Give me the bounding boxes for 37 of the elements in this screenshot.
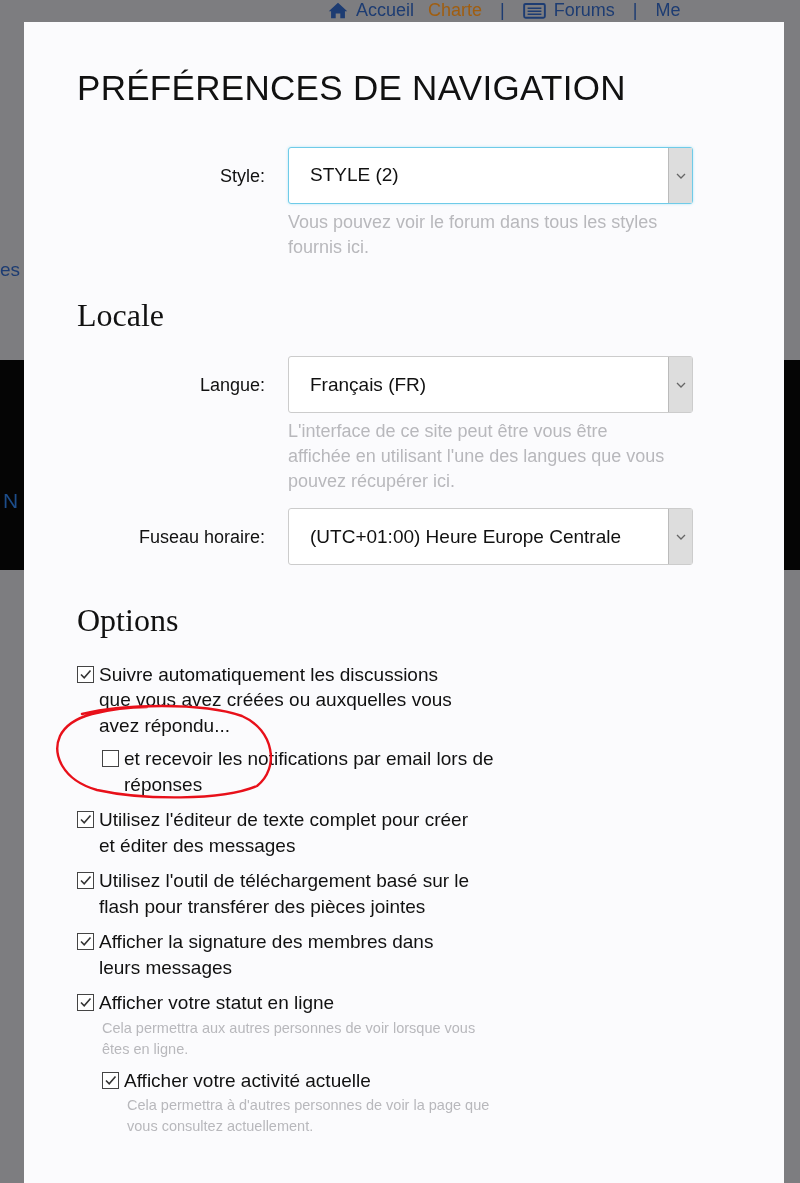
option-hint: Cela permettra à d'autres personnes de voir la page que vous consultez actuellement. — [127, 1096, 491, 1137]
link-text[interactable]: es — [0, 256, 21, 285]
house-icon — [328, 1, 348, 19]
list-icon — [522, 1, 546, 19]
nav-separator: | — [632, 0, 638, 20]
checkbox[interactable] — [77, 933, 94, 951]
field-hint: Vous pouvez voir le forum dans tous les styles fournis ici. — [288, 211, 659, 259]
section-heading: Options — [77, 601, 180, 640]
checkbox[interactable] — [77, 811, 94, 829]
select-field[interactable]: STYLE (2) — [288, 147, 693, 204]
chevron-down-icon — [668, 357, 692, 413]
option-label: Utilisez l'outil de téléchargement basé sur le flash pour transférer des pièces jointes — [99, 869, 471, 919]
chevron-down-icon — [668, 509, 692, 565]
checkbox[interactable] — [77, 872, 94, 890]
checkbox[interactable] — [102, 750, 119, 768]
nav-link[interactable]: Me — [655, 0, 681, 20]
option-label: Utilisez l'éditeur de texte complet pour créer et éditer des messages — [99, 808, 469, 858]
field-label: Langue: — [198, 374, 265, 398]
field-label: Fuseau horaire: — [137, 526, 265, 550]
chevron-down-icon — [668, 148, 692, 203]
section-heading: Locale — [77, 296, 166, 335]
checkbox[interactable] — [102, 1071, 119, 1089]
checkbox[interactable] — [77, 665, 94, 683]
field-label: Style: — [218, 165, 265, 188]
checkbox[interactable] — [77, 994, 94, 1012]
nav-link-label[interactable]: Accueil — [356, 0, 415, 20]
field-hint: L'interface de ce site peut être vous être affichée en utilisant l'une des langues que vous pouvez récupérer ici. — [288, 420, 666, 494]
modal-title: PRÉFÉRENCES DE NAVIGATION — [77, 67, 627, 109]
nav-link-text[interactable]: N — [3, 485, 19, 517]
select-field[interactable]: (UTC+01:00) Heure Europe Centrale — [288, 508, 693, 566]
option-label: Afficher la signature des membres dans leurs messages — [99, 930, 435, 980]
option-hint: Cela permettra aux autres personnes de voir lorsque vous êtes en ligne. — [102, 1018, 477, 1059]
option-label: Afficher votre statut en ligne — [99, 991, 336, 1016]
nav-link-label[interactable]: Forums — [553, 0, 615, 20]
select-field[interactable]: Français (FR) — [288, 356, 693, 414]
nav-separator: | — [500, 0, 505, 20]
option-label: Afficher votre activité actuelle — [124, 1068, 372, 1093]
